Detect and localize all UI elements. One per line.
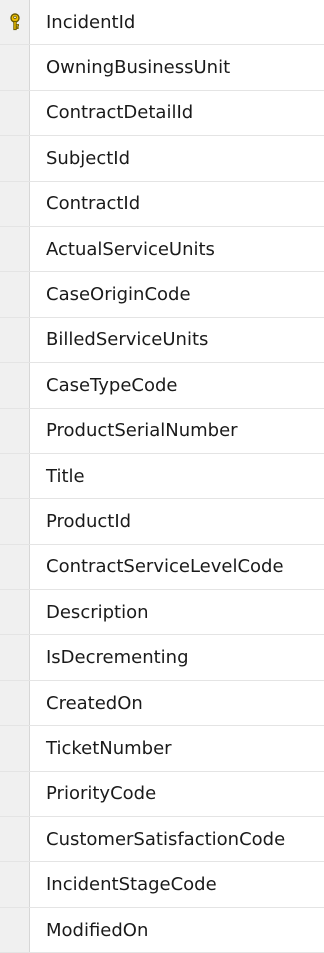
column-name[interactable]: Title bbox=[30, 466, 85, 487]
row-header[interactable] bbox=[0, 45, 30, 90]
column-row-subjectid[interactable]: SubjectId bbox=[0, 136, 324, 182]
column-name[interactable]: SubjectId bbox=[30, 148, 130, 169]
column-row-contractdetailid[interactable]: ContractDetailId bbox=[0, 90, 324, 137]
column-row-actualserviceunits[interactable]: ActualServiceUnits bbox=[0, 226, 324, 273]
column-name[interactable]: ProductId bbox=[30, 511, 131, 532]
row-header[interactable] bbox=[0, 136, 30, 181]
primary-key-icon bbox=[6, 13, 24, 31]
row-header[interactable] bbox=[0, 0, 30, 45]
column-row-billedserviceunits[interactable]: BilledServiceUnits bbox=[0, 317, 324, 364]
column-name[interactable]: ModifiedOn bbox=[30, 920, 148, 941]
row-header[interactable] bbox=[0, 680, 30, 726]
row-header[interactable] bbox=[0, 317, 30, 363]
row-header[interactable] bbox=[0, 635, 30, 680]
row-header[interactable] bbox=[0, 363, 30, 408]
column-name[interactable]: CreatedOn bbox=[30, 693, 143, 714]
column-name[interactable]: IncidentId bbox=[30, 12, 135, 33]
row-header[interactable] bbox=[0, 771, 30, 817]
column-row-incidentid[interactable]: IncidentId bbox=[0, 0, 324, 46]
row-header[interactable] bbox=[0, 499, 30, 544]
row-header[interactable] bbox=[0, 544, 30, 590]
column-name[interactable]: ContractServiceLevelCode bbox=[30, 556, 284, 577]
row-header[interactable] bbox=[0, 862, 30, 907]
column-name[interactable]: IncidentStageCode bbox=[30, 874, 217, 895]
column-name[interactable]: ContractId bbox=[30, 193, 140, 214]
column-list: IncidentId OwningBusinessUnit ContractDe… bbox=[0, 0, 324, 953]
column-name[interactable]: CaseTypeCode bbox=[30, 375, 177, 396]
column-row-casetypecode[interactable]: CaseTypeCode bbox=[0, 363, 324, 409]
row-header[interactable] bbox=[0, 590, 30, 635]
column-name[interactable]: PriorityCode bbox=[30, 783, 156, 804]
column-name[interactable]: OwningBusinessUnit bbox=[30, 57, 230, 78]
column-row-caseorigincode[interactable]: CaseOriginCode bbox=[0, 272, 324, 318]
column-row-owningbusinessunit[interactable]: OwningBusinessUnit bbox=[0, 45, 324, 91]
column-row-modifiedon[interactable]: ModifiedOn bbox=[0, 907, 324, 953]
column-row-isdecrementing[interactable]: IsDecrementing bbox=[0, 635, 324, 681]
column-row-customersatisfactioncode[interactable]: CustomerSatisfactionCode bbox=[0, 817, 324, 863]
column-name[interactable]: Description bbox=[30, 602, 149, 623]
row-header[interactable] bbox=[0, 272, 30, 317]
column-name[interactable]: CaseOriginCode bbox=[30, 284, 191, 305]
column-row-description[interactable]: Description bbox=[0, 590, 324, 636]
column-row-contractid[interactable]: ContractId bbox=[0, 181, 324, 227]
column-name[interactable]: ActualServiceUnits bbox=[30, 239, 215, 260]
column-name[interactable]: CustomerSatisfactionCode bbox=[30, 829, 285, 850]
column-name[interactable]: BilledServiceUnits bbox=[30, 329, 208, 350]
column-row-createdon[interactable]: CreatedOn bbox=[0, 680, 324, 727]
row-header[interactable] bbox=[0, 907, 30, 953]
column-row-productid[interactable]: ProductId bbox=[0, 499, 324, 545]
column-row-prioritycode[interactable]: PriorityCode bbox=[0, 771, 324, 818]
row-header[interactable] bbox=[0, 226, 30, 272]
column-row-productserialnumber[interactable]: ProductSerialNumber bbox=[0, 408, 324, 454]
column-row-title[interactable]: Title bbox=[0, 453, 324, 500]
row-header[interactable] bbox=[0, 408, 30, 453]
column-name[interactable]: TicketNumber bbox=[30, 738, 172, 759]
column-name[interactable]: ProductSerialNumber bbox=[30, 420, 238, 441]
row-header[interactable] bbox=[0, 453, 30, 499]
row-header[interactable] bbox=[0, 90, 30, 136]
column-name[interactable]: ContractDetailId bbox=[30, 102, 193, 123]
column-row-ticketnumber[interactable]: TicketNumber bbox=[0, 726, 324, 772]
column-name[interactable]: IsDecrementing bbox=[30, 647, 189, 668]
row-header[interactable] bbox=[0, 726, 30, 771]
row-header[interactable] bbox=[0, 181, 30, 226]
column-row-incidentstagecode[interactable]: IncidentStageCode bbox=[0, 862, 324, 908]
row-header[interactable] bbox=[0, 817, 30, 862]
column-row-contractservicelevelcode[interactable]: ContractServiceLevelCode bbox=[0, 544, 324, 591]
